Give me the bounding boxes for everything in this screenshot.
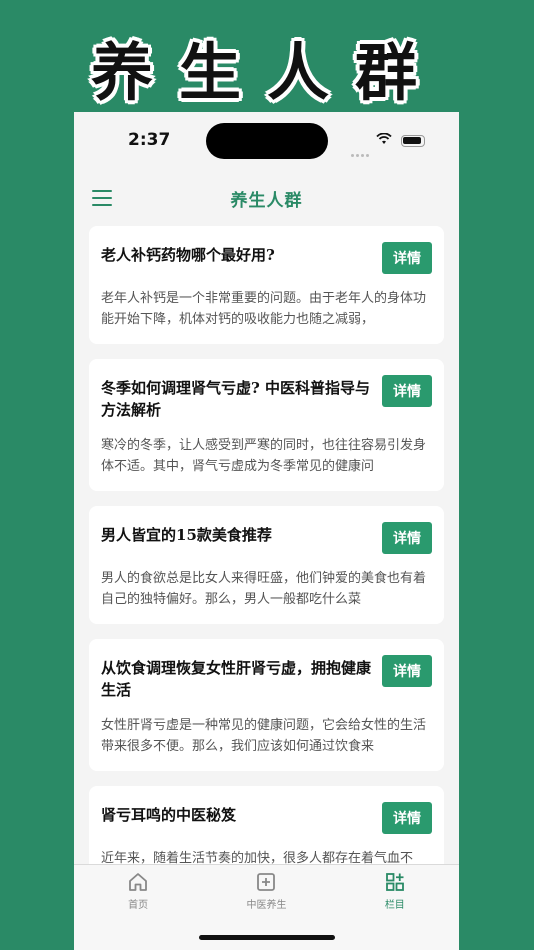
nav-bar: 养生人群 [74, 170, 459, 226]
article-list[interactable]: 老人补钙药物哪个最好用? 详情 老年人补钙是一个非常重要的问题。由于老年人的身体… [74, 226, 459, 864]
article-title: 冬季如何调理肾气亏虚? 中医科普指导与方法解析 [101, 379, 371, 419]
home-indicator [199, 935, 335, 940]
page-title: 养生人群 [230, 190, 303, 211]
plus-square-icon [257, 873, 276, 891]
tab-home[interactable]: 首页 [88, 871, 188, 950]
status-bar: 2:37 [74, 112, 459, 170]
article-excerpt: 近年来，随着生活节奏的加快，很多人都存在着气血不足、肾亏耳鸣的健康问题。气血不足… [101, 851, 414, 864]
detail-button[interactable]: 详情 [382, 375, 432, 407]
wifi-icon [376, 132, 392, 149]
article-excerpt: 女性肝肾亏虚是一种常见的健康问题，它会给女性的生活带来很多不便。那么，我们应该如… [101, 718, 427, 754]
phone-screen: 2:37 养生人群 老人补钙药物哪个最好用? 详情 老年人补钙是一个非常重要的问… [74, 112, 459, 950]
grid-plus-icon [385, 873, 404, 891]
detail-button[interactable]: 详情 [382, 522, 432, 554]
article-excerpt: 寒冷的冬季，让人感受到严寒的同时，也往往容易引发身体不适。其中，肾气亏虚成为冬季… [101, 438, 427, 474]
tab-columns[interactable]: 栏目 [345, 871, 445, 950]
home-icon [129, 873, 148, 891]
signal-icon [351, 142, 371, 157]
article-title: 男人皆宜的15款美食推荐 [101, 526, 272, 544]
article-card[interactable]: 男人皆宜的15款美食推荐 详情 男人的食欲总是比女人来得旺盛，他们钟爱的美食也有… [89, 506, 444, 624]
menu-icon[interactable] [92, 190, 112, 206]
status-time: 2:37 [128, 130, 171, 150]
article-title: 肾亏耳鸣的中医秘笈 [101, 806, 237, 824]
detail-button[interactable]: 详情 [382, 655, 432, 687]
detail-button[interactable]: 详情 [382, 242, 432, 274]
article-excerpt: 男人的食欲总是比女人来得旺盛，他们钟爱的美食也有着自己的独特偏好。那么，男人一般… [101, 571, 427, 607]
tab-columns-label: 栏目 [384, 900, 405, 911]
tab-tcm-health-label: 中医养生 [246, 900, 287, 911]
tab-bar: 首页 中医养生 栏目 [74, 864, 459, 950]
battery-icon [401, 135, 425, 147]
dynamic-island [206, 123, 328, 159]
article-title: 老人补钙药物哪个最好用? [101, 246, 275, 264]
article-card[interactable]: 老人补钙药物哪个最好用? 详情 老年人补钙是一个非常重要的问题。由于老年人的身体… [89, 226, 444, 344]
article-excerpt: 老年人补钙是一个非常重要的问题。由于老年人的身体功能开始下降，机体对钙的吸收能力… [101, 291, 427, 327]
banner-title: 养生人群 [90, 36, 443, 109]
article-card[interactable]: 冬季如何调理肾气亏虚? 中医科普指导与方法解析 详情 寒冷的冬季，让人感受到严寒… [89, 359, 444, 491]
tab-home-label: 首页 [128, 900, 149, 911]
article-card[interactable]: 从饮食调理恢复女性肝肾亏虚，拥抱健康生活 详情 女性肝肾亏虚是一种常见的健康问题… [89, 639, 444, 771]
article-title: 从饮食调理恢复女性肝肾亏虚，拥抱健康生活 [101, 659, 372, 699]
detail-button[interactable]: 详情 [382, 802, 432, 834]
promo-banner: 养生人群 [0, 22, 534, 112]
article-card[interactable]: 肾亏耳鸣的中医秘笈 详情 近年来，随着生活节奏的加快，很多人都存在着气血不足、肾… [89, 786, 444, 864]
